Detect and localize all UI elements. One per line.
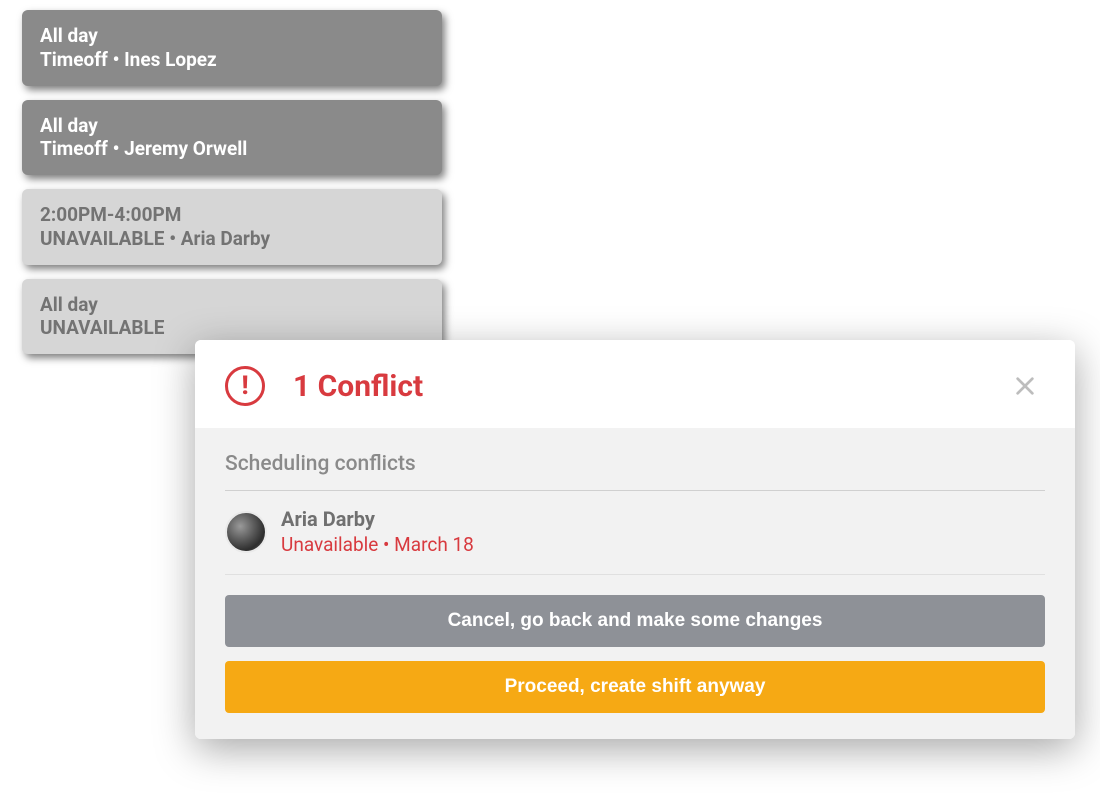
conflict-text: Aria Darby Unavailable • March 18 bbox=[281, 507, 474, 556]
schedule-card[interactable]: All day Timeoff • Jeremy Orwell bbox=[22, 100, 442, 176]
modal-actions: Cancel, go back and make some changes Pr… bbox=[225, 595, 1045, 713]
conflict-detail: Unavailable • March 18 bbox=[281, 533, 474, 556]
close-icon[interactable] bbox=[1005, 366, 1045, 406]
section-title: Scheduling conflicts bbox=[225, 452, 1045, 491]
avatar bbox=[225, 511, 267, 553]
schedule-card[interactable]: 2:00PM-4:00PM UNAVAILABLE • Aria Darby bbox=[22, 189, 442, 265]
card-time: 2:00PM-4:00PM bbox=[40, 203, 424, 227]
conflict-modal: ! 1 Conflict Scheduling conflicts Aria D… bbox=[195, 340, 1075, 739]
conflict-name: Aria Darby bbox=[281, 507, 474, 531]
modal-title: 1 Conflict bbox=[293, 369, 423, 404]
card-subtitle: UNAVAILABLE bbox=[40, 316, 424, 340]
conflict-row: Aria Darby Unavailable • March 18 bbox=[225, 491, 1045, 575]
schedule-cards: All day Timeoff • Ines Lopez All day Tim… bbox=[22, 10, 442, 368]
card-time: All day bbox=[40, 293, 424, 317]
modal-header: ! 1 Conflict bbox=[195, 340, 1075, 428]
card-subtitle: UNAVAILABLE • Aria Darby bbox=[40, 227, 424, 251]
alert-icon: ! bbox=[225, 366, 265, 406]
card-subtitle: Timeoff • Ines Lopez bbox=[40, 48, 424, 72]
proceed-button[interactable]: Proceed, create shift anyway bbox=[225, 661, 1045, 713]
schedule-card[interactable]: All day Timeoff • Ines Lopez bbox=[22, 10, 442, 86]
cancel-button[interactable]: Cancel, go back and make some changes bbox=[225, 595, 1045, 647]
card-time: All day bbox=[40, 114, 424, 138]
card-time: All day bbox=[40, 24, 424, 48]
modal-body: Scheduling conflicts Aria Darby Unavaila… bbox=[195, 428, 1075, 739]
card-subtitle: Timeoff • Jeremy Orwell bbox=[40, 137, 424, 161]
